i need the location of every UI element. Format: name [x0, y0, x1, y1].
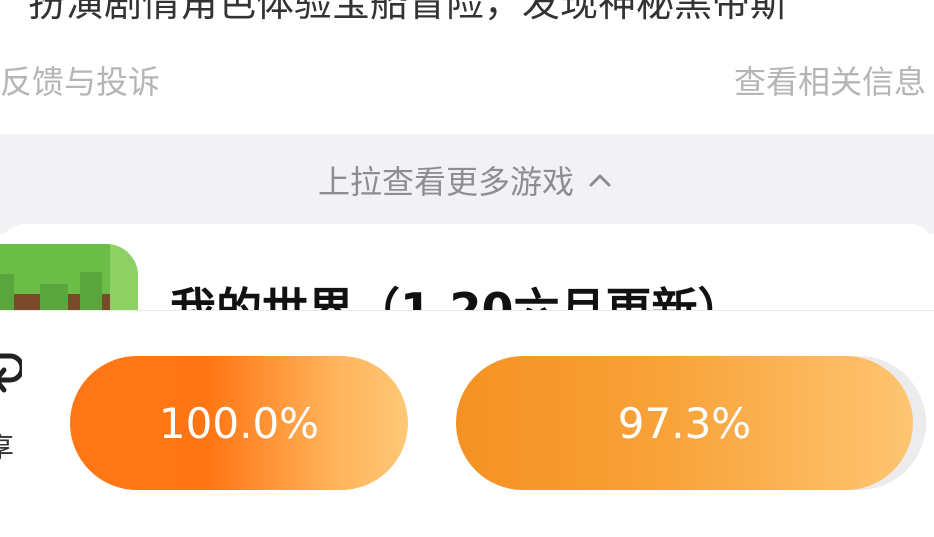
game-title: 我的世界（1.20六月更新） — [170, 283, 744, 314]
secondary-download-button[interactable]: 97.3% — [456, 356, 913, 490]
game-card[interactable]: 我的世界（1.20六月更新） — [0, 224, 934, 314]
related-info-link[interactable]: 查看相关信息 — [734, 56, 926, 108]
primary-download-button[interactable]: 100.0% — [70, 356, 408, 490]
chevron-up-icon — [589, 174, 611, 187]
pull-up-label: 上拉查看更多游戏 — [317, 163, 574, 201]
links-row: 反馈与投诉 查看相关信息 — [0, 56, 934, 108]
secondary-button-label: 97.3% — [617, 398, 752, 448]
pull-up-more-games[interactable]: 上拉查看更多游戏 — [0, 134, 934, 226]
feedback-link[interactable]: 反馈与投诉 — [0, 56, 160, 108]
game-description: 扮演剧情角色体验宝船冒险，发现神秘黑帝斯 — [28, 0, 789, 25]
grass-block-icon — [0, 244, 138, 314]
share-label[interactable]: 享 — [0, 428, 14, 468]
primary-button-label: 100.0% — [158, 398, 320, 448]
share-icon[interactable] — [0, 348, 22, 400]
game-icon — [0, 244, 138, 314]
